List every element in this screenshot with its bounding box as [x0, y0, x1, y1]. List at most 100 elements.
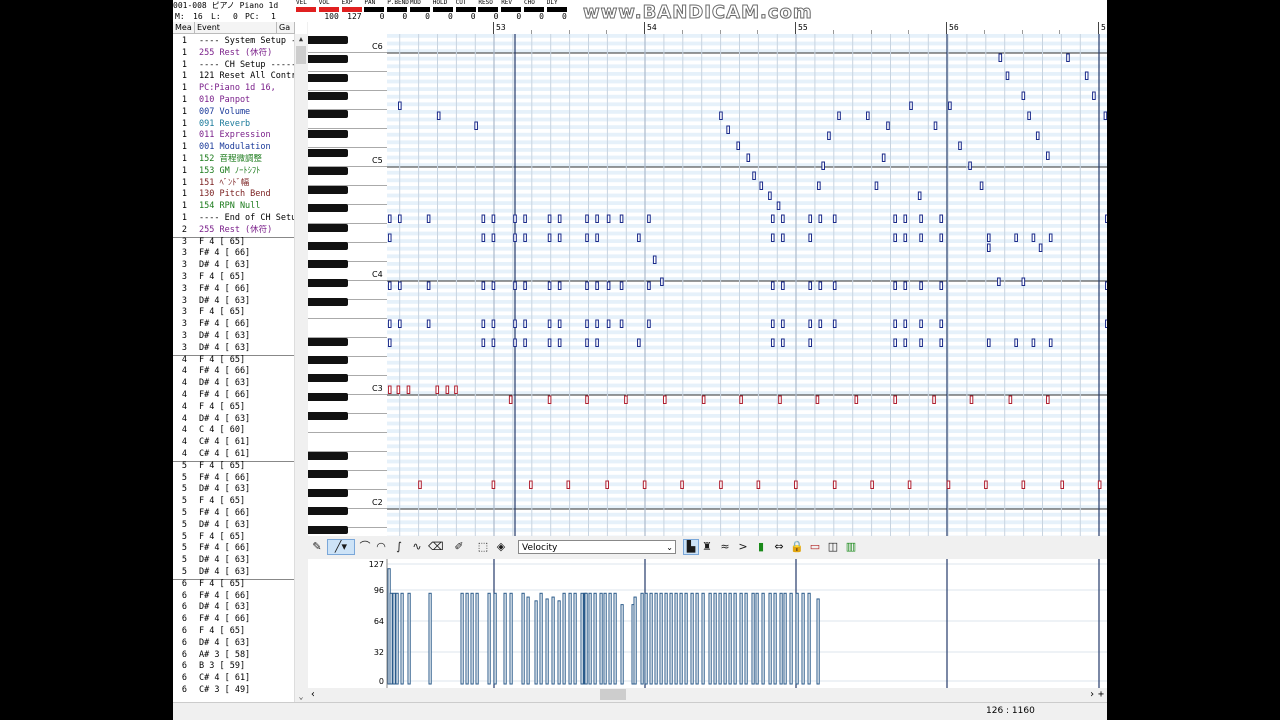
- note[interactable]: [513, 281, 517, 290]
- velocity-bar[interactable]: [659, 592, 663, 685]
- event-row[interactable]: 5 D# 4 [ 63]: [173, 520, 295, 532]
- velocity-bar[interactable]: [521, 592, 525, 685]
- black-key[interactable]: [308, 470, 348, 478]
- event-row[interactable]: 1 151 ﾍﾞﾝﾄﾞ幅: [173, 178, 295, 190]
- black-key[interactable]: [308, 92, 348, 100]
- scroll-up-arrow-icon[interactable]: ▲: [296, 34, 306, 44]
- velocity-bar[interactable]: [580, 592, 584, 685]
- note[interactable]: [523, 281, 527, 290]
- event-row[interactable]: 5 F# 4 [ 66]: [173, 473, 295, 485]
- note[interactable]: [647, 214, 651, 223]
- event-row[interactable]: 3 F# 4 [ 66]: [173, 284, 295, 296]
- black-key[interactable]: [308, 36, 348, 44]
- velocity-bar[interactable]: [633, 596, 637, 685]
- velocity-bar[interactable]: [755, 592, 759, 685]
- note[interactable]: [606, 319, 611, 328]
- note[interactable]: [513, 214, 517, 223]
- velocity-bar[interactable]: [526, 596, 530, 685]
- event-row[interactable]: 5 F# 4 [ 66]: [173, 543, 295, 555]
- note[interactable]: [893, 395, 897, 404]
- note[interactable]: [595, 214, 599, 223]
- note[interactable]: [778, 395, 782, 404]
- note[interactable]: [946, 480, 951, 489]
- note[interactable]: [759, 181, 764, 190]
- note[interactable]: [827, 131, 831, 140]
- note[interactable]: [1008, 395, 1013, 404]
- event-row[interactable]: 3 D# 4 [ 63]: [173, 331, 295, 343]
- note[interactable]: [903, 281, 908, 290]
- note[interactable]: [1103, 111, 1107, 120]
- note[interactable]: [1021, 91, 1026, 100]
- note[interactable]: [426, 281, 431, 290]
- velocity-bar[interactable]: [744, 592, 748, 685]
- black-key[interactable]: [308, 149, 348, 157]
- note[interactable]: [903, 338, 908, 347]
- velocity-bar[interactable]: [428, 592, 432, 685]
- note[interactable]: [1105, 281, 1107, 290]
- event-row[interactable]: 6 B 3 [ 59]: [173, 661, 295, 673]
- note[interactable]: [387, 338, 392, 347]
- note[interactable]: [387, 233, 392, 242]
- graph-view-icon[interactable]: ◫: [826, 540, 840, 554]
- stretch-tool-icon[interactable]: ⇔: [772, 540, 786, 554]
- note[interactable]: [445, 385, 450, 394]
- event-row[interactable]: 1 121 Reset All Contr: [173, 71, 295, 83]
- event-row[interactable]: 3 F 4 [ 65]: [173, 307, 295, 319]
- black-key[interactable]: [308, 167, 348, 175]
- note[interactable]: [854, 395, 859, 404]
- note[interactable]: [893, 233, 897, 242]
- note[interactable]: [770, 338, 775, 347]
- note[interactable]: [837, 111, 841, 120]
- event-row[interactable]: 5 F 4 [ 65]: [173, 496, 295, 508]
- note[interactable]: [547, 338, 552, 347]
- note[interactable]: [523, 338, 527, 347]
- note[interactable]: [948, 101, 952, 110]
- note[interactable]: [585, 214, 589, 223]
- note[interactable]: [547, 281, 552, 290]
- event-row[interactable]: 4 F 4 [ 65]: [173, 355, 295, 367]
- range-tool-icon[interactable]: ▭: [808, 540, 822, 554]
- note[interactable]: [919, 338, 923, 347]
- black-key[interactable]: [308, 279, 348, 287]
- velocity-bar[interactable]: [608, 592, 612, 685]
- event-row[interactable]: 6 F 4 [ 65]: [173, 579, 295, 591]
- note[interactable]: [1031, 338, 1036, 347]
- event-row[interactable]: 6 F# 4 [ 66]: [173, 591, 295, 603]
- note[interactable]: [585, 319, 589, 328]
- velocity-bar[interactable]: [573, 592, 577, 685]
- note[interactable]: [513, 338, 517, 347]
- note[interactable]: [794, 480, 798, 489]
- note[interactable]: [606, 214, 611, 223]
- note[interactable]: [770, 319, 775, 328]
- note[interactable]: [986, 243, 991, 252]
- event-row[interactable]: 6 D# 4 [ 63]: [173, 602, 295, 614]
- note[interactable]: [968, 161, 972, 170]
- velocity-bar[interactable]: [816, 598, 820, 685]
- note[interactable]: [939, 233, 944, 242]
- pencil-tool-icon[interactable]: ✎: [310, 540, 324, 554]
- note[interactable]: [781, 214, 785, 223]
- velocity-bar[interactable]: [593, 592, 597, 685]
- black-key[interactable]: [308, 412, 348, 420]
- note[interactable]: [958, 141, 962, 150]
- event-row[interactable]: 4 C# 4 [ 61]: [173, 437, 295, 449]
- event-row[interactable]: 1 007 Volume: [173, 107, 295, 119]
- scroll-down-arrow-icon[interactable]: ⌄: [296, 692, 306, 702]
- note[interactable]: [660, 277, 664, 286]
- note[interactable]: [919, 281, 923, 290]
- level-tool-icon[interactable]: ▮: [754, 540, 768, 554]
- note[interactable]: [984, 480, 988, 489]
- velocity-bar[interactable]: [584, 592, 588, 685]
- note[interactable]: [595, 281, 599, 290]
- note[interactable]: [832, 319, 837, 328]
- note[interactable]: [1031, 233, 1036, 242]
- note[interactable]: [396, 385, 401, 394]
- event-list-scroll-thumb[interactable]: [296, 46, 306, 64]
- piano-keyboard[interactable]: C6 C5 C4 C3 C2: [308, 34, 387, 536]
- note[interactable]: [939, 319, 944, 328]
- note[interactable]: [387, 281, 392, 290]
- black-key[interactable]: [308, 130, 348, 138]
- event-row[interactable]: 3 F 4 [ 65]: [173, 272, 295, 284]
- note[interactable]: [781, 233, 785, 242]
- black-key[interactable]: [308, 204, 348, 212]
